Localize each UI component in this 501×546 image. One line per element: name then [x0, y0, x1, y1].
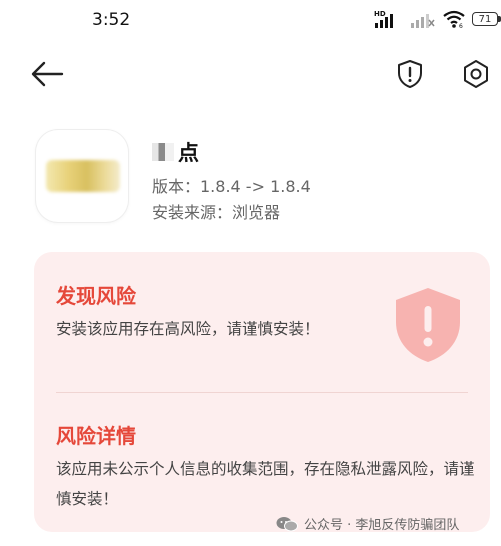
battery-icon: 71: [472, 12, 501, 26]
watermark: 公众号 · 李旭反传防骗团队: [276, 514, 459, 533]
signal-nosim-icon: [411, 14, 435, 28]
back-arrow-icon: [31, 61, 64, 87]
status-time: 3:52: [92, 10, 131, 30]
app-icon-image: [46, 160, 120, 192]
watermark-text: 公众号 · 李旭反传防骗团队: [304, 518, 460, 533]
risk-info-button[interactable]: [394, 58, 426, 90]
install-source: 安装来源：浏览器: [152, 203, 281, 222]
settings-button[interactable]: [460, 58, 492, 90]
risk-detail-message: 该应用未公示个人信息的收集范围，存在隐私泄露风险，请谨慎安装！: [56, 460, 475, 508]
wifi-icon: 6: [443, 10, 465, 29]
toolbar: [0, 50, 501, 98]
app-name: 点: [152, 137, 199, 167]
redacted-mosaic: [152, 143, 174, 161]
app-icon: [36, 130, 128, 222]
svg-text:6: 6: [459, 23, 463, 29]
risk-heading: 发现风险: [56, 284, 136, 308]
warning-shield-icon: [396, 288, 460, 362]
risk-detail-heading: 风险详情: [56, 424, 136, 448]
status-icons: HD 6 71: [374, 9, 501, 29]
wechat-icon: [276, 516, 298, 531]
app-version: 版本：1.8.4 -> 1.8.4: [152, 177, 311, 196]
divider: [56, 392, 468, 393]
network-label: HD: [374, 10, 386, 18]
signal-hd-icon: HD: [374, 10, 393, 28]
risk-message: 安装该应用存在高风险，请谨慎安装！: [56, 320, 320, 338]
risk-card: 发现风险 安装该应用存在高风险，请谨慎安装！ 风险详情 该应用未公示个人信息的收…: [34, 252, 490, 532]
exclamation-shield-icon: [398, 60, 422, 88]
back-button[interactable]: [28, 58, 66, 90]
status-bar: 3:52 HD 6 71: [0, 0, 501, 40]
hexagon-gear-icon: [464, 60, 488, 88]
app-name-text: 点: [178, 141, 199, 165]
battery-level: 71: [472, 12, 498, 26]
